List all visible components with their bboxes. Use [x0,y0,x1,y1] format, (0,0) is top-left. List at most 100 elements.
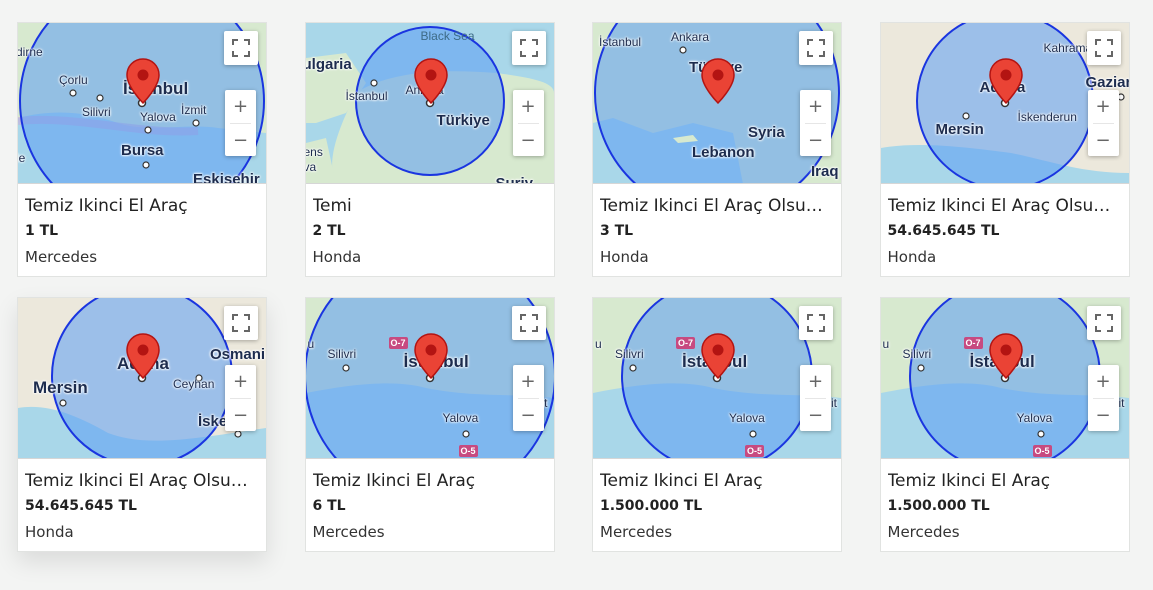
fullscreen-icon [519,314,538,332]
fullscreen-button[interactable] [1086,306,1121,340]
zoom-out-button[interactable]: − [800,399,831,432]
listing-brand: Mercedes [887,523,960,541]
listing-price: 54.645.645 TL [25,498,137,514]
zoom-in-button[interactable]: + [225,365,256,398]
map-label: Ceyhan [173,377,215,391]
listing-title[interactable]: Temiz Ikinci El Araç Olsun Diye Alındı [25,469,258,493]
fullscreen-button[interactable] [1086,31,1121,65]
zoom-out-button[interactable]: − [1088,124,1119,157]
map-label: Ankara [671,30,710,44]
map-label: Bursa [121,142,164,159]
listing-card[interactable]: İstanbul Ankara Türkiye Syria Lebanon Ir… [592,22,842,277]
location-pin-icon [413,58,448,104]
map-view[interactable]: u Silivri O-7 İstanbul Yalova O-5 mit + … [593,298,841,459]
listing-card[interactable]: Osmani Adana Ceyhan Mersin İskende + − T… [17,297,267,552]
map-view[interactable]: İstanbul Ankara Türkiye Syria Lebanon Ir… [593,23,841,184]
zoom-in-button[interactable]: + [513,90,544,123]
map-label: Eskişehir [193,171,260,184]
fullscreen-icon [1094,314,1113,332]
zoom-out-button[interactable]: − [225,399,256,432]
zoom-controls: + − [225,90,256,156]
fullscreen-button[interactable] [511,31,546,65]
fullscreen-icon [807,39,825,57]
fullscreen-button[interactable] [511,306,546,340]
listing-info: Temiz Ikinci El Araç 1.500.000 TL Merced… [881,459,1129,543]
location-pin-icon [701,58,735,104]
zoom-controls: + − [1087,90,1119,157]
map-label: Yalova [442,411,479,425]
map-label: Yalova [1016,411,1053,425]
map-label: Gaziant [1085,74,1129,91]
fullscreen-button[interactable] [224,31,258,65]
zoom-out-button[interactable]: − [1088,399,1119,432]
listing-price: 1 TL [25,223,59,239]
zoom-out-button[interactable]: − [513,124,544,157]
fullscreen-button[interactable] [799,31,833,65]
map-label: va [306,160,317,174]
location-pin-icon [126,333,160,379]
zoom-in-button[interactable]: + [225,90,256,123]
map-view[interactable]: Osmani Adana Ceyhan Mersin İskende + − [18,298,266,459]
zoom-out-button[interactable]: − [225,124,256,157]
map-label: Silivri [615,347,644,361]
listing-info: Temiz Ikinci El Araç Olsun Diye Alındı 5… [881,184,1129,268]
map-label: Çorlu [59,73,88,87]
listing-title[interactable]: Temiz Ikinci El Araç [888,469,1121,493]
zoom-in-button[interactable]: + [513,365,544,398]
listing-price: 3 TL [600,223,634,239]
map-view[interactable]: u Silivri O-7 İstanbul Yalova O-5 it + − [305,298,554,459]
map-label: Black Sea [420,29,475,43]
listing-price: 1.500.000 TL [600,498,703,514]
zoom-out-button[interactable]: − [800,124,831,157]
listing-title[interactable]: Temi [313,194,546,218]
fullscreen-button[interactable] [799,306,833,340]
location-pin-icon [701,333,735,379]
listing-card[interactable]: Black Sea ulgaria İstanbul Ankara Türkiy… [304,22,555,277]
listing-brand: Mercedes [312,523,385,541]
listing-card[interactable]: İstanbul Çorlu Silivri Yalova İzmit Burs… [17,22,267,277]
map-label: Yalova [729,411,765,425]
fullscreen-icon [232,314,250,332]
listing-title[interactable]: Temiz Ikinci El Araç Olsun Diye Alındı [888,194,1121,218]
listing-card[interactable]: u Silivri O-7 İstanbul Yalova O-5 it + −… [304,297,555,552]
zoom-out-button[interactable]: − [513,399,544,432]
listing-price: 54.645.645 TL [887,223,1000,239]
fullscreen-button[interactable] [224,306,258,340]
map-label: Iraq [811,163,839,180]
location-pin-icon [988,333,1023,379]
map-view[interactable]: Kahraman Gaziant Adana Mersin İskenderun… [880,23,1129,184]
map-label: İstanbul [599,35,642,49]
listing-title[interactable]: Temiz Ikinci El Araç [313,469,546,493]
map-label: ens [306,145,323,159]
map-label: Syria [748,124,785,141]
map-label: Osmani [210,346,266,363]
listing-card[interactable]: u Silivri O-7 İstanbul Yalova O-5 mit + … [592,297,842,552]
map-label: Suriy [495,175,534,184]
listing-title[interactable]: Temiz Ikinci El Araç Olsun Diye Alındı [600,194,833,218]
map-label: Silivri [327,347,357,361]
map-label: le [18,151,26,165]
zoom-in-button[interactable]: + [1088,90,1119,123]
map-label: Lebanon [692,144,755,161]
map-view[interactable]: u Silivri O-7 İstanbul Yalova O-5 mit + … [880,298,1129,459]
road-shield: O-7 [963,337,983,349]
map-label: Silivri [82,105,111,119]
road-shield: O-7 [388,337,408,349]
map-view[interactable]: İstanbul Çorlu Silivri Yalova İzmit Burs… [18,23,266,184]
location-pin-icon [126,58,160,104]
zoom-in-button[interactable]: + [800,90,831,123]
map-view[interactable]: Black Sea ulgaria İstanbul Ankara Türkiy… [305,23,554,184]
road-shield: O-5 [1032,445,1052,457]
map-label: u [307,337,315,351]
zoom-in-button[interactable]: + [1088,365,1119,398]
fullscreen-icon [232,39,250,57]
zoom-controls: + − [800,90,831,156]
listing-card[interactable]: Kahraman Gaziant Adana Mersin İskenderun… [879,22,1130,277]
zoom-in-button[interactable]: + [800,365,831,398]
listing-info: Temiz Ikinci El Araç 1 TL Mercedes [18,184,266,268]
listing-info: Temi 2 TL Honda [306,184,554,268]
fullscreen-icon [807,314,825,332]
listing-card[interactable]: u Silivri O-7 İstanbul Yalova O-5 mit + … [879,297,1130,552]
listing-title[interactable]: Temiz Ikinci El Araç [600,469,833,493]
listing-title[interactable]: Temiz Ikinci El Araç [25,194,258,218]
